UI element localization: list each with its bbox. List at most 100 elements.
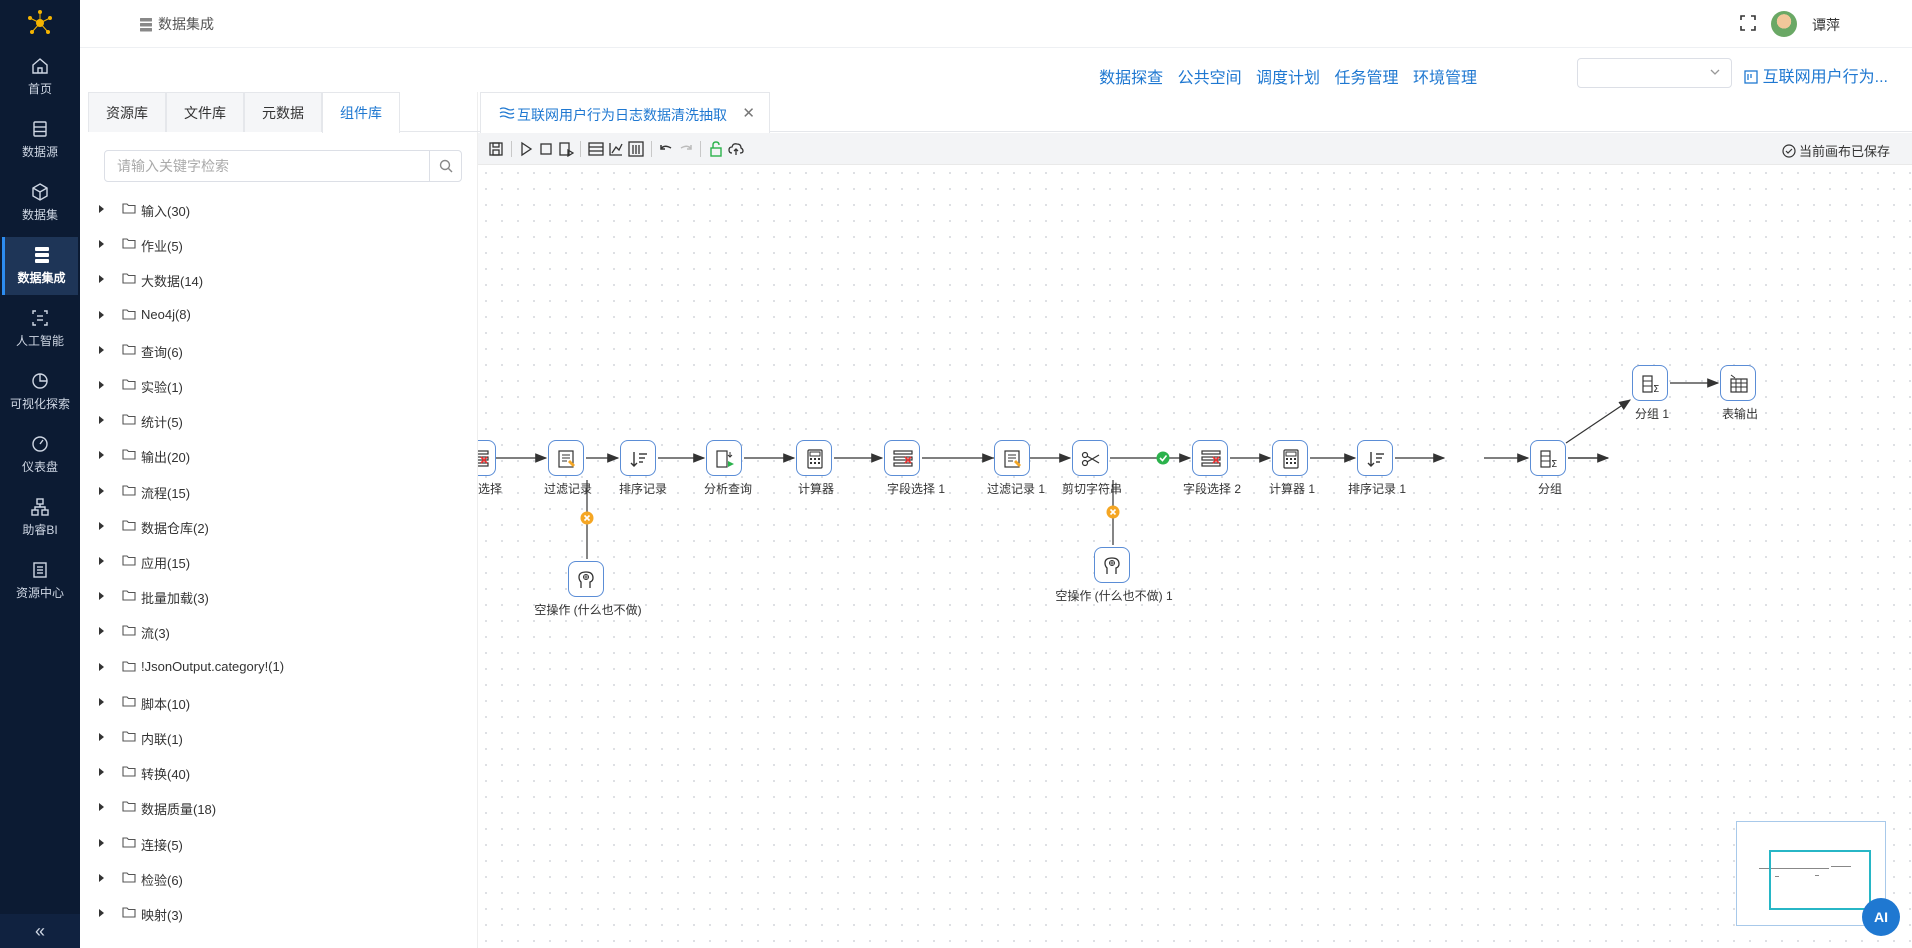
caret-right-icon[interactable]: [99, 627, 104, 636]
flow-node[interactable]: [1720, 365, 1756, 401]
username[interactable]: 谭萍: [1812, 15, 1840, 35]
tree-item[interactable]: 连接(5): [88, 831, 478, 855]
flow-node[interactable]: [1192, 440, 1228, 476]
minimap-viewport[interactable]: [1769, 850, 1871, 910]
caret-right-icon[interactable]: [99, 451, 104, 460]
project-link[interactable]: 互联网用户行为...: [1744, 63, 1888, 87]
flow-node[interactable]: [478, 440, 496, 476]
nav-collapse-button[interactable]: «: [0, 914, 80, 948]
link-env-management[interactable]: 环境管理: [1413, 70, 1477, 87]
unlock-icon[interactable]: [708, 141, 724, 157]
flow-node[interactable]: [620, 440, 656, 476]
tree-item[interactable]: 数据仓库(2): [88, 514, 478, 538]
preview-icon[interactable]: [558, 141, 574, 157]
caret-right-icon[interactable]: [99, 486, 104, 495]
run-icon[interactable]: [518, 141, 534, 157]
tree-item[interactable]: 映射(3): [88, 901, 478, 925]
caret-right-icon[interactable]: [99, 803, 104, 812]
tab-component-library[interactable]: 组件库: [322, 92, 400, 133]
metrics-icon[interactable]: [608, 141, 624, 157]
tree-item[interactable]: Neo4j(8): [88, 303, 478, 327]
tree-item[interactable]: !JsonOutput.category!(1): [88, 655, 478, 679]
caret-right-icon[interactable]: [99, 275, 104, 284]
nav-item-bi[interactable]: 助睿BI: [2, 489, 78, 547]
link-schedule-plan[interactable]: 调度计划: [1256, 70, 1320, 87]
flow-node[interactable]: [548, 440, 584, 476]
caret-right-icon[interactable]: [99, 909, 104, 917]
nav-item-home[interactable]: 首页: [2, 48, 78, 106]
caret-right-icon[interactable]: [99, 733, 104, 741]
ai-assistant-button[interactable]: AI: [1862, 898, 1900, 936]
caret-right-icon[interactable]: [99, 662, 104, 671]
tree-item[interactable]: 转换(40): [88, 760, 478, 784]
link-task-management[interactable]: 任务管理: [1335, 70, 1399, 87]
flow-node[interactable]: Σ: [1632, 365, 1668, 401]
tree-item[interactable]: 脚本(10): [88, 690, 478, 714]
flow-node[interactable]: [884, 440, 920, 476]
caret-right-icon[interactable]: [99, 768, 104, 777]
flow-node[interactable]: [796, 440, 832, 476]
tree-item[interactable]: 作业(5): [88, 232, 478, 256]
caret-right-icon[interactable]: [99, 310, 104, 319]
environment-select[interactable]: [1577, 58, 1732, 88]
editor-tab[interactable]: 互联网用户行为日志数据清洗抽取 ✕: [480, 92, 770, 133]
flow-node[interactable]: [706, 440, 742, 476]
nav-item-datasource[interactable]: 数据源: [2, 111, 78, 169]
nav-item-ai[interactable]: 人工智能: [2, 300, 78, 358]
caret-right-icon[interactable]: [99, 592, 104, 601]
flow-node[interactable]: [1357, 440, 1393, 476]
tree-item[interactable]: 流程(15): [88, 479, 478, 503]
tab-metadata[interactable]: 元数据: [244, 92, 322, 132]
flow-node[interactable]: [994, 440, 1030, 476]
stop-icon[interactable]: [538, 141, 554, 157]
search-input[interactable]: [105, 151, 431, 181]
caret-right-icon[interactable]: [99, 205, 104, 213]
flow-node[interactable]: [568, 561, 604, 597]
tree-item[interactable]: 流(3): [88, 619, 478, 643]
tree-item[interactable]: 内联(1): [88, 725, 478, 749]
caret-right-icon[interactable]: [99, 697, 104, 706]
tree-item[interactable]: 输入(30): [88, 197, 478, 221]
caret-right-icon[interactable]: [99, 381, 104, 389]
tree-item[interactable]: 大数据(14): [88, 267, 478, 291]
app-logo-icon[interactable]: [25, 8, 55, 38]
fullscreen-icon[interactable]: [1739, 14, 1757, 32]
link-data-probe[interactable]: 数据探查: [1099, 70, 1163, 87]
tab-file-library[interactable]: 文件库: [166, 92, 244, 132]
nav-item-data-integration[interactable]: 数据集成: [2, 237, 78, 295]
tree-item[interactable]: 输出(20): [88, 443, 478, 467]
caret-right-icon[interactable]: [99, 521, 104, 530]
flow-canvas[interactable]: 选择 过滤记录 排序记录 分析查询 计算器 字段选择 1 过滤记录 1 剪切字符串 字段选择 2…: [478, 165, 1912, 948]
caret-right-icon[interactable]: [99, 345, 104, 354]
tree-item[interactable]: 数据质量(18): [88, 795, 478, 819]
tree-item[interactable]: 检验(6): [88, 866, 478, 890]
nav-item-dataset[interactable]: 数据集: [2, 174, 78, 232]
caret-right-icon[interactable]: [99, 873, 104, 882]
link-public-space[interactable]: 公共空间: [1178, 70, 1242, 87]
tree-item[interactable]: 批量加载(3): [88, 584, 478, 608]
flow-node[interactable]: Σ: [1530, 440, 1566, 476]
save-icon[interactable]: [488, 141, 504, 157]
nav-item-resource-center[interactable]: 资源中心: [2, 552, 78, 610]
search-button[interactable]: [429, 151, 461, 181]
avatar[interactable]: [1771, 11, 1797, 37]
close-icon[interactable]: ✕: [742, 104, 755, 122]
caret-right-icon[interactable]: [99, 838, 104, 847]
tree-item[interactable]: 统计(5): [88, 408, 478, 432]
redo-icon[interactable]: [678, 141, 694, 157]
undo-icon[interactable]: [658, 141, 674, 157]
nav-item-dashboard[interactable]: 仪表盘: [2, 426, 78, 484]
nav-item-visual-explore[interactable]: 可视化探索: [2, 363, 78, 421]
caret-right-icon[interactable]: [99, 416, 104, 425]
flow-node[interactable]: [1272, 440, 1308, 476]
caret-right-icon[interactable]: [99, 557, 104, 565]
flow-node[interactable]: [1072, 440, 1108, 476]
tree-item[interactable]: 查询(6): [88, 338, 478, 362]
grid-icon[interactable]: [628, 141, 644, 157]
layout-icon[interactable]: [588, 141, 604, 157]
upload-cloud-icon[interactable]: [728, 141, 744, 157]
flow-node[interactable]: [1094, 547, 1130, 583]
tree-item[interactable]: 实验(1): [88, 373, 478, 397]
tab-repository[interactable]: 资源库: [88, 92, 166, 132]
tree-item[interactable]: 应用(15): [88, 549, 478, 573]
